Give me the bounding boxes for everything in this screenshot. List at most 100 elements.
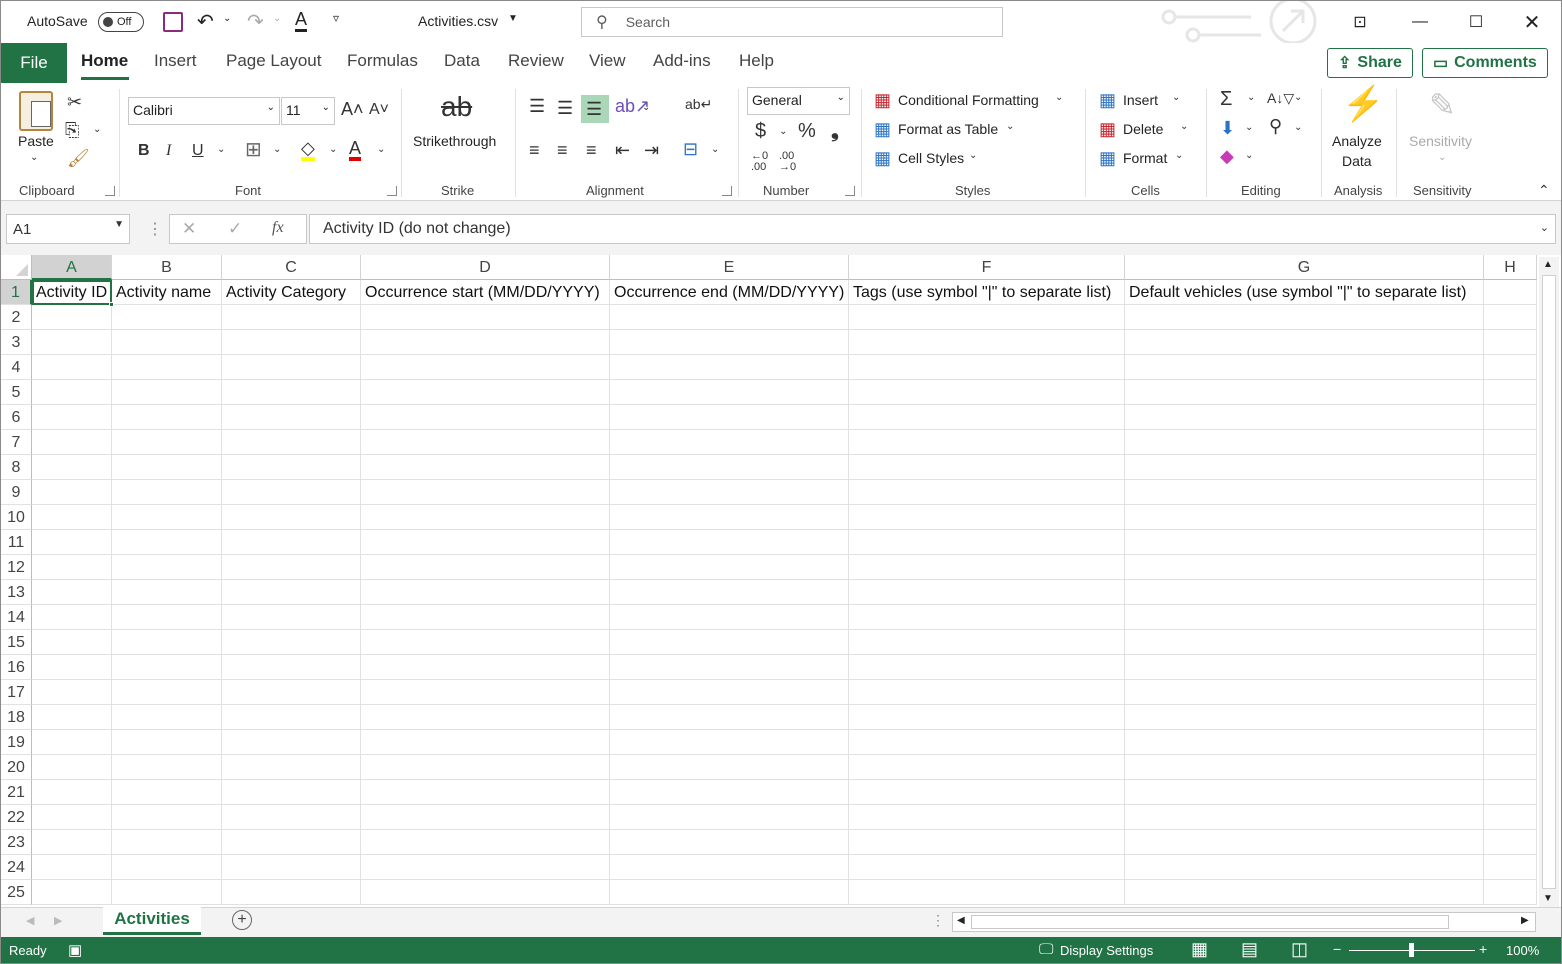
undo-dropdown-icon[interactable]: ⌄ <box>223 13 231 24</box>
column-header[interactable]: F <box>849 255 1125 280</box>
autosum-dropdown-icon[interactable]: ⌄ <box>1247 93 1255 103</box>
cell[interactable] <box>112 355 222 380</box>
cell[interactable] <box>112 580 222 605</box>
cell[interactable] <box>849 705 1125 730</box>
search-box[interactable]: ⚲ Search <box>581 7 1003 37</box>
cell[interactable] <box>1125 880 1484 905</box>
row-header[interactable]: 12 <box>1 555 32 580</box>
cell[interactable] <box>112 555 222 580</box>
file-name[interactable]: Activities.csv <box>418 13 498 29</box>
cell[interactable] <box>1125 780 1484 805</box>
row-header[interactable]: 23 <box>1 830 32 855</box>
cell[interactable] <box>112 380 222 405</box>
chevron-down-icon[interactable]: ⌄ <box>1175 151 1183 161</box>
cell[interactable] <box>1484 355 1537 380</box>
cell[interactable] <box>32 730 112 755</box>
tab-page-layout[interactable]: Page Layout <box>226 51 321 71</box>
cell[interactable] <box>32 555 112 580</box>
row-header[interactable]: 15 <box>1 630 32 655</box>
cell[interactable] <box>610 680 849 705</box>
cell[interactable] <box>610 330 849 355</box>
normal-view-icon[interactable]: ▦ <box>1191 939 1208 960</box>
row-header[interactable]: 10 <box>1 505 32 530</box>
chevron-down-icon[interactable]: ⌄ <box>969 151 977 161</box>
header-cell[interactable]: Activity name <box>112 280 222 305</box>
cell[interactable] <box>610 380 849 405</box>
tab-help[interactable]: Help <box>739 51 774 71</box>
clipboard-launcher-icon[interactable] <box>105 186 115 196</box>
conditional-formatting-button[interactable]: Conditional Formatting <box>898 92 1039 108</box>
cell[interactable] <box>1484 805 1537 830</box>
cell[interactable] <box>610 355 849 380</box>
cell[interactable] <box>112 880 222 905</box>
ribbon-display-options-icon[interactable]: ⊡ <box>1337 1 1383 43</box>
prev-sheet-icon[interactable]: ◀ <box>26 914 34 927</box>
sort-filter-icon[interactable]: A↓▽ <box>1267 91 1294 105</box>
cell[interactable] <box>222 505 361 530</box>
cell[interactable] <box>1125 430 1484 455</box>
cell[interactable] <box>32 405 112 430</box>
cell[interactable] <box>112 730 222 755</box>
cell[interactable] <box>610 430 849 455</box>
tab-data[interactable]: Data <box>444 51 480 71</box>
cell[interactable] <box>1484 655 1537 680</box>
align-center-icon[interactable]: ≡ <box>557 141 568 159</box>
cell[interactable] <box>849 655 1125 680</box>
cell[interactable] <box>361 705 610 730</box>
cell[interactable] <box>849 880 1125 905</box>
close-button[interactable]: ✕ <box>1509 1 1555 43</box>
cell[interactable] <box>1125 305 1484 330</box>
cell[interactable] <box>222 455 361 480</box>
cell[interactable] <box>32 480 112 505</box>
row-header[interactable]: 5 <box>1 380 32 405</box>
cell[interactable] <box>361 830 610 855</box>
insert-cells-button[interactable]: Insert <box>1123 92 1158 108</box>
tab-view[interactable]: View <box>589 51 626 71</box>
header-cell[interactable]: Default vehicles (use symbol "|" to sepa… <box>1125 280 1484 305</box>
row-header[interactable]: 3 <box>1 330 32 355</box>
cell[interactable] <box>849 505 1125 530</box>
cell[interactable] <box>222 805 361 830</box>
row-header[interactable]: 20 <box>1 755 32 780</box>
cell[interactable] <box>1484 605 1537 630</box>
cell[interactable] <box>222 555 361 580</box>
cell[interactable] <box>1484 780 1537 805</box>
cell[interactable] <box>32 505 112 530</box>
cell[interactable] <box>112 605 222 630</box>
cell[interactable] <box>610 880 849 905</box>
strikethrough-button[interactable]: Strikethrough <box>413 133 496 149</box>
active-cell[interactable]: Activity ID <box>32 280 112 305</box>
cell[interactable] <box>222 380 361 405</box>
comma-style-icon[interactable]: ❟ <box>831 121 839 141</box>
fill-handle[interactable] <box>109 302 114 307</box>
top-align-icon[interactable]: ☰ <box>529 97 545 115</box>
cell[interactable] <box>849 730 1125 755</box>
cell[interactable] <box>849 805 1125 830</box>
cell[interactable] <box>222 330 361 355</box>
minimize-button[interactable]: — <box>1397 1 1443 43</box>
increase-indent-icon[interactable]: ⇥ <box>644 141 659 159</box>
cell[interactable] <box>849 755 1125 780</box>
analyze-data-icon[interactable]: ⚡ <box>1342 87 1384 121</box>
cell[interactable] <box>112 405 222 430</box>
next-sheet-icon[interactable]: ▶ <box>54 914 62 927</box>
alignment-launcher-icon[interactable] <box>722 186 732 196</box>
cell[interactable] <box>1125 480 1484 505</box>
row-header[interactable]: 8 <box>1 455 32 480</box>
cell[interactable] <box>1125 355 1484 380</box>
percent-icon[interactable]: % <box>798 121 816 141</box>
font-name-combo[interactable]: Calibri ⌄ <box>128 97 280 125</box>
cell[interactable] <box>610 855 849 880</box>
copy-dropdown-icon[interactable]: ⌄ <box>93 125 101 135</box>
cell[interactable] <box>1484 680 1537 705</box>
cell[interactable] <box>1484 380 1537 405</box>
cell[interactable] <box>361 680 610 705</box>
undo-icon[interactable]: ↶ <box>197 9 214 34</box>
row-header[interactable]: 14 <box>1 605 32 630</box>
zoom-out-icon[interactable]: − <box>1333 941 1341 957</box>
cell[interactable] <box>1125 580 1484 605</box>
cell[interactable] <box>361 730 610 755</box>
cell[interactable] <box>361 805 610 830</box>
cell[interactable] <box>1125 805 1484 830</box>
cell[interactable] <box>849 630 1125 655</box>
